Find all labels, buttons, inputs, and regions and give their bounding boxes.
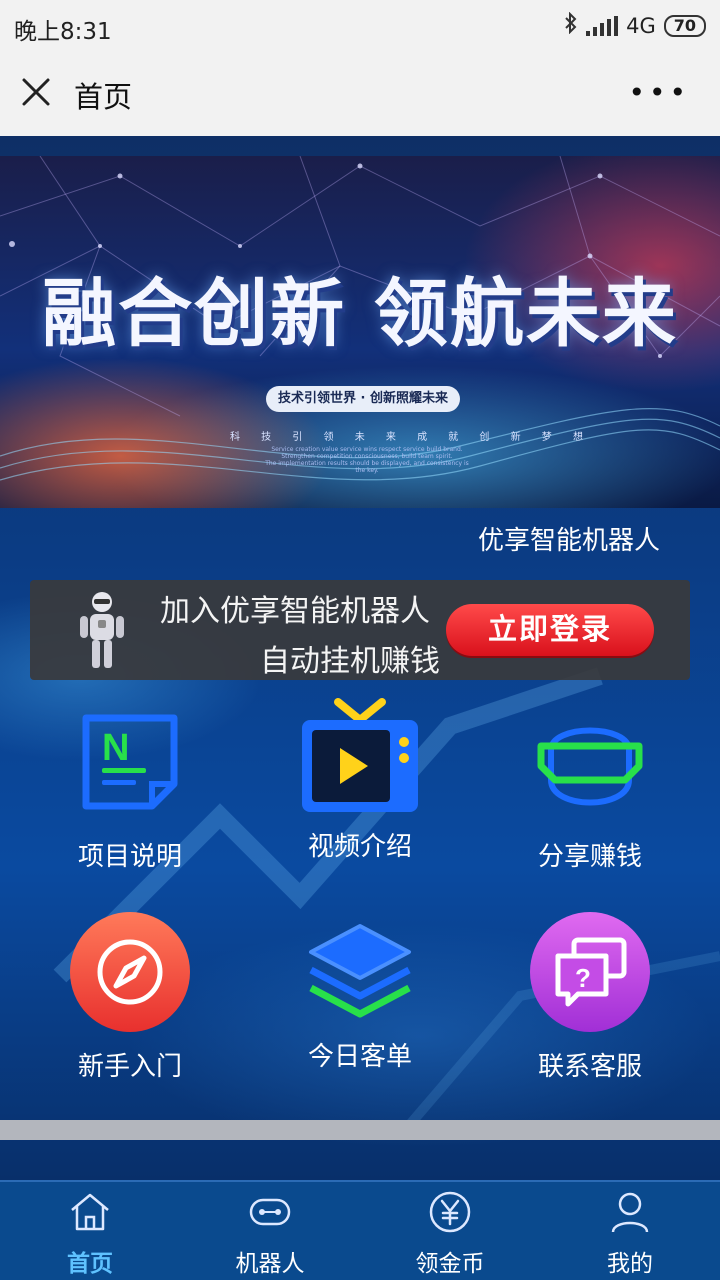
section-divider	[0, 1120, 720, 1140]
login-button[interactable]: 立即登录	[446, 604, 654, 656]
robot-icon	[249, 1198, 291, 1226]
menu-item-label: 视频介绍	[307, 832, 412, 862]
promo-line-1: 加入优享智能机器人	[160, 594, 430, 629]
tab-label: 我的	[607, 1251, 653, 1277]
promo-card: 加入优享智能机器人 自动挂机赚钱 立即登录	[30, 580, 690, 680]
banner-tagline: 技术引领世界 · 创新照耀未来	[266, 386, 460, 412]
tv-play-icon	[302, 698, 418, 812]
banner-headline: 融合创新 领航未来	[42, 271, 678, 357]
menu-item-label: 今日客单	[307, 1042, 412, 1072]
tab-mine[interactable]: 我的	[540, 1182, 720, 1280]
page-title: 首页	[74, 80, 133, 114]
user-icon	[611, 1192, 649, 1233]
menu-item-label: 项目说明	[77, 842, 182, 872]
bottom-tab-bar: 首页 机器人 领金币 我的	[0, 1180, 720, 1280]
nav-bar: 首页 •••	[0, 52, 720, 136]
status-bar: 晚上8:31 4G 70	[0, 0, 720, 52]
tab-coins[interactable]: 领金币	[360, 1182, 540, 1280]
menu-item-label: 联系客服	[537, 1052, 642, 1082]
status-indicators: 4G 70	[564, 11, 706, 40]
chat-question-icon: ?	[530, 912, 650, 1032]
main-content: 融合创新 领航未来 技术引领世界 · 创新照耀未来 科 技 引 领 未 来 成 …	[0, 136, 720, 1180]
menu-item-project-info[interactable]: N 项目说明	[30, 696, 230, 876]
document-n-icon: N	[82, 714, 178, 810]
menu-item-share-earn[interactable]: 分享赚钱	[490, 696, 690, 876]
robot-icon	[80, 592, 124, 668]
compass-icon	[70, 912, 190, 1032]
menu-item-label: 新手入门	[77, 1052, 182, 1082]
vr-headset-icon	[537, 727, 643, 806]
home-icon	[71, 1193, 109, 1231]
banner-fine-print-1: Service creation value service wins resp…	[271, 446, 463, 453]
status-time: 晚上8:31	[14, 19, 112, 45]
promo-line-2: 自动挂机赚钱	[260, 644, 440, 679]
banner-fine-print-2: Strengthen competition consciousness, bu…	[281, 453, 453, 460]
battery-indicator: 70	[663, 15, 706, 37]
banner-small-text: 科 技 引 领 未 来 成 就 创 新 梦 想	[230, 432, 592, 443]
menu-item-contact-support[interactable]: ? 联系客服	[490, 906, 690, 1086]
menu-item-today-orders[interactable]: 今日客单	[260, 906, 460, 1086]
signal-icon	[586, 16, 619, 36]
menu-item-video-intro[interactable]: 视频介绍	[260, 696, 460, 876]
svg-text:N: N	[102, 727, 129, 769]
more-icon[interactable]: •••	[628, 79, 690, 107]
menu-item-label: 分享赚钱	[537, 842, 642, 872]
tab-label: 机器人	[235, 1251, 305, 1277]
tab-label: 首页	[67, 1251, 113, 1277]
tab-home[interactable]: 首页	[0, 1182, 180, 1280]
menu-item-beginner-guide[interactable]: 新手入门	[30, 906, 230, 1086]
brand-label: 优享智能机器人	[477, 526, 660, 556]
tab-label: 领金币	[415, 1251, 485, 1277]
network-type: 4G	[626, 14, 656, 38]
close-icon[interactable]	[18, 74, 54, 110]
bluetooth-icon	[564, 11, 578, 40]
svg-text:?: ?	[575, 963, 591, 993]
hero-banner[interactable]: 融合创新 领航未来 技术引领世界 · 创新照耀未来 科 技 引 领 未 来 成 …	[0, 156, 720, 508]
layers-icon	[309, 924, 411, 1018]
tab-robot[interactable]: 机器人	[180, 1182, 360, 1280]
yen-coin-icon	[429, 1191, 471, 1233]
banner-fine-print-3: The implementation results should be dis…	[265, 460, 469, 474]
